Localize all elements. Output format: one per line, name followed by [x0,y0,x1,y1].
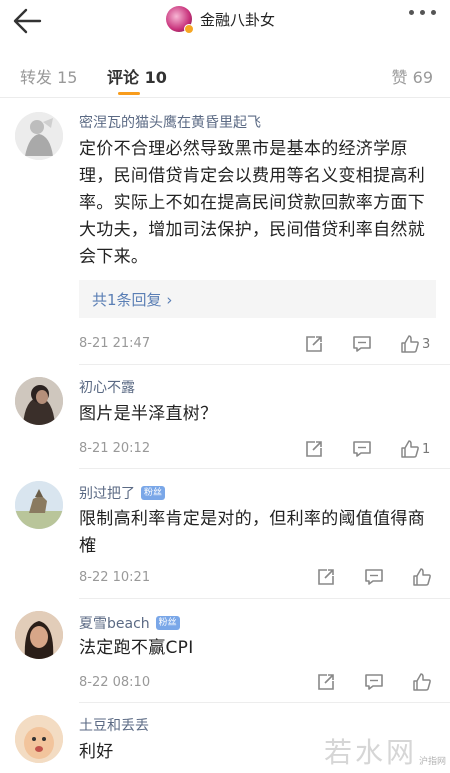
comment-icon[interactable] [352,334,372,354]
share-icon[interactable] [304,334,324,354]
chevron-right-icon: › [166,291,173,309]
commenter-name[interactable]: 夏雪beach [79,613,150,633]
commenter-name[interactable]: 别过把了 [79,483,135,503]
fan-badge: 粉丝 [155,616,180,630]
watermark: 若水网 沪指网 [324,731,446,771]
avatar[interactable] [15,715,63,763]
more-dots-icon[interactable] [409,10,436,15]
title-group[interactable]: 金融八卦女 [166,4,275,34]
comment-text: 定价不合理必然导致黑市是基本的经济学原理，民间借贷肯定会以费用等名义变相提高利率… [79,139,425,267]
back-arrow-icon[interactable] [10,6,46,36]
like-count: 3 [422,336,431,352]
comment-item: 别过把了 粉丝 限制高利率肯定是对的，但利率的阈值值得商榷 8-22 10:21 [0,469,450,599]
verified-badge-icon [184,24,194,34]
thumb-up-icon[interactable] [400,439,420,459]
avatar[interactable] [15,112,63,160]
comment-time: 8-22 10:21 [79,570,151,585]
commenter-name[interactable]: 初心不露 [79,377,135,397]
reply-count-label: 共1条回复 [92,291,162,309]
watermark-subtext: 沪指网 [418,757,446,767]
like-count: 1 [422,441,431,457]
comment-time: 8-21 20:12 [79,441,151,456]
avatar[interactable] [15,481,63,529]
comment-text: 限制高利率肯定是对的，但利率的阈值值得商榷 [79,509,425,556]
comment-item: 密涅瓦的猫头鹰在黄昏里起飞 定价不合理必然导致黑市是基本的经济学原理，民间借贷肯… [0,98,450,365]
avatar[interactable] [15,611,63,659]
reply-thread-button[interactable]: 共1条回复 › [79,280,436,318]
avatar[interactable] [15,377,63,425]
commenter-name[interactable]: 密涅瓦的猫头鹰在黄昏里起飞 [79,112,261,132]
author-avatar[interactable] [166,6,194,34]
comment-time: 8-21 21:47 [79,336,151,351]
comment-item: 初心不露 图片是半泽直树？ 8-21 20:12 1 [0,365,450,469]
thumb-up-icon[interactable] [400,334,420,354]
share-icon[interactable] [316,567,336,587]
comment-icon[interactable] [352,439,372,459]
share-icon[interactable] [316,672,336,692]
comment-text: 法定跑不赢CPI [79,638,194,658]
comment-icon[interactable] [364,672,384,692]
watermark-text: 若水网 [323,736,417,769]
comment-time: 8-22 08:10 [79,675,151,690]
thumb-up-icon[interactable] [412,672,432,692]
tab-like[interactable]: 赞 69 [392,64,433,88]
commenter-name[interactable]: 土豆和丢丢 [79,715,149,735]
comment-text: 图片是半泽直树？ [79,404,218,424]
tab-bar: 转发 15 评论 10 赞 69 [0,50,450,98]
active-tab-indicator [118,92,140,95]
share-icon[interactable] [304,439,324,459]
page-title: 金融八卦女 [200,10,276,29]
thumb-up-icon[interactable] [412,567,432,587]
fan-badge: 粉丝 [141,486,166,500]
comment-item: 夏雪beach 粉丝 法定跑不赢CPI 8-22 08:10 [0,599,450,703]
top-bar: 金融八卦女 [0,0,450,44]
comment-icon[interactable] [364,567,384,587]
tab-repost[interactable]: 转发 15 [20,64,77,88]
